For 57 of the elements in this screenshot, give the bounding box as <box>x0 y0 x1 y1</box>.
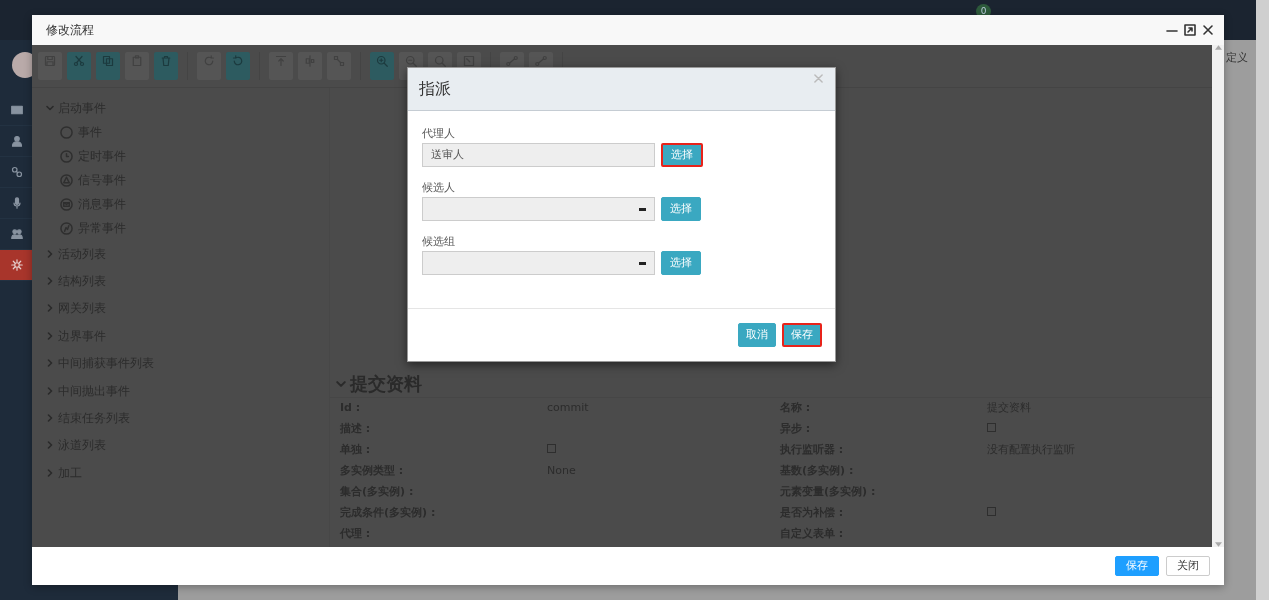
select-button[interactable]: 选择 <box>661 251 701 275</box>
cancel-button[interactable]: 取消 <box>738 323 776 347</box>
input-field[interactable]: 送审人 <box>422 143 655 167</box>
maximize-icon <box>1184 24 1196 36</box>
undo-icon <box>232 55 244 67</box>
triangle-circle-icon <box>60 173 73 187</box>
trash-icon <box>160 55 172 67</box>
chevron-down-icon <box>336 378 346 389</box>
close-icon <box>814 74 823 83</box>
save-button[interactable]: 保存 <box>1115 556 1159 576</box>
chevron-down-icon <box>46 104 54 112</box>
chevron-right-icon <box>46 468 54 477</box>
field-label: 候选人 <box>422 179 455 196</box>
bolt-circle-icon <box>60 221 73 235</box>
input-field[interactable] <box>422 197 655 221</box>
checkbox[interactable] <box>547 444 556 454</box>
connector-icon <box>506 55 518 67</box>
connector-icon <box>535 55 547 67</box>
chevron-right-icon <box>46 304 54 313</box>
select-button[interactable]: 选择 <box>661 197 701 221</box>
save-button[interactable]: 保存 <box>782 323 822 347</box>
copy-icon <box>102 55 114 67</box>
link-icon <box>11 166 23 178</box>
circle-icon <box>60 125 73 139</box>
chevron-right-icon <box>46 386 54 395</box>
chevron-right-icon <box>46 414 54 423</box>
field-label: 代理人 <box>422 125 455 142</box>
magnifier-icon <box>434 55 446 67</box>
chevron-right-icon <box>46 441 54 450</box>
close-button[interactable]: 关闭 <box>1166 556 1210 576</box>
checkbox[interactable] <box>987 423 996 433</box>
input-field[interactable] <box>422 251 655 275</box>
window-title: 修改流程 <box>46 22 95 39</box>
fit-icon <box>463 55 475 67</box>
users-icon <box>11 228 23 240</box>
clear-icon[interactable] <box>639 207 646 211</box>
microphone-icon <box>11 197 23 209</box>
checkbox[interactable] <box>987 507 996 517</box>
close-icon <box>1202 24 1214 36</box>
chevron-right-icon <box>46 331 54 340</box>
field-label: 候选组 <box>422 233 455 250</box>
scroll-down-icon <box>1214 542 1222 547</box>
clear-icon[interactable] <box>639 261 646 265</box>
dialog-title: 指派 <box>419 78 451 100</box>
zoom-out-icon <box>405 55 417 67</box>
list-icon <box>11 104 23 116</box>
clock-icon <box>60 149 73 163</box>
tab-label: 定义 <box>1226 50 1248 66</box>
user-icon <box>11 135 23 147</box>
scissors-icon <box>73 55 85 67</box>
envelope-circle-icon <box>60 197 73 211</box>
chevron-right-icon <box>46 249 54 258</box>
zoom-in-icon <box>376 55 388 67</box>
chevron-right-icon <box>46 359 54 368</box>
gear-icon <box>11 259 23 271</box>
chevron-right-icon <box>46 277 54 286</box>
select-button[interactable]: 选择 <box>661 143 703 167</box>
